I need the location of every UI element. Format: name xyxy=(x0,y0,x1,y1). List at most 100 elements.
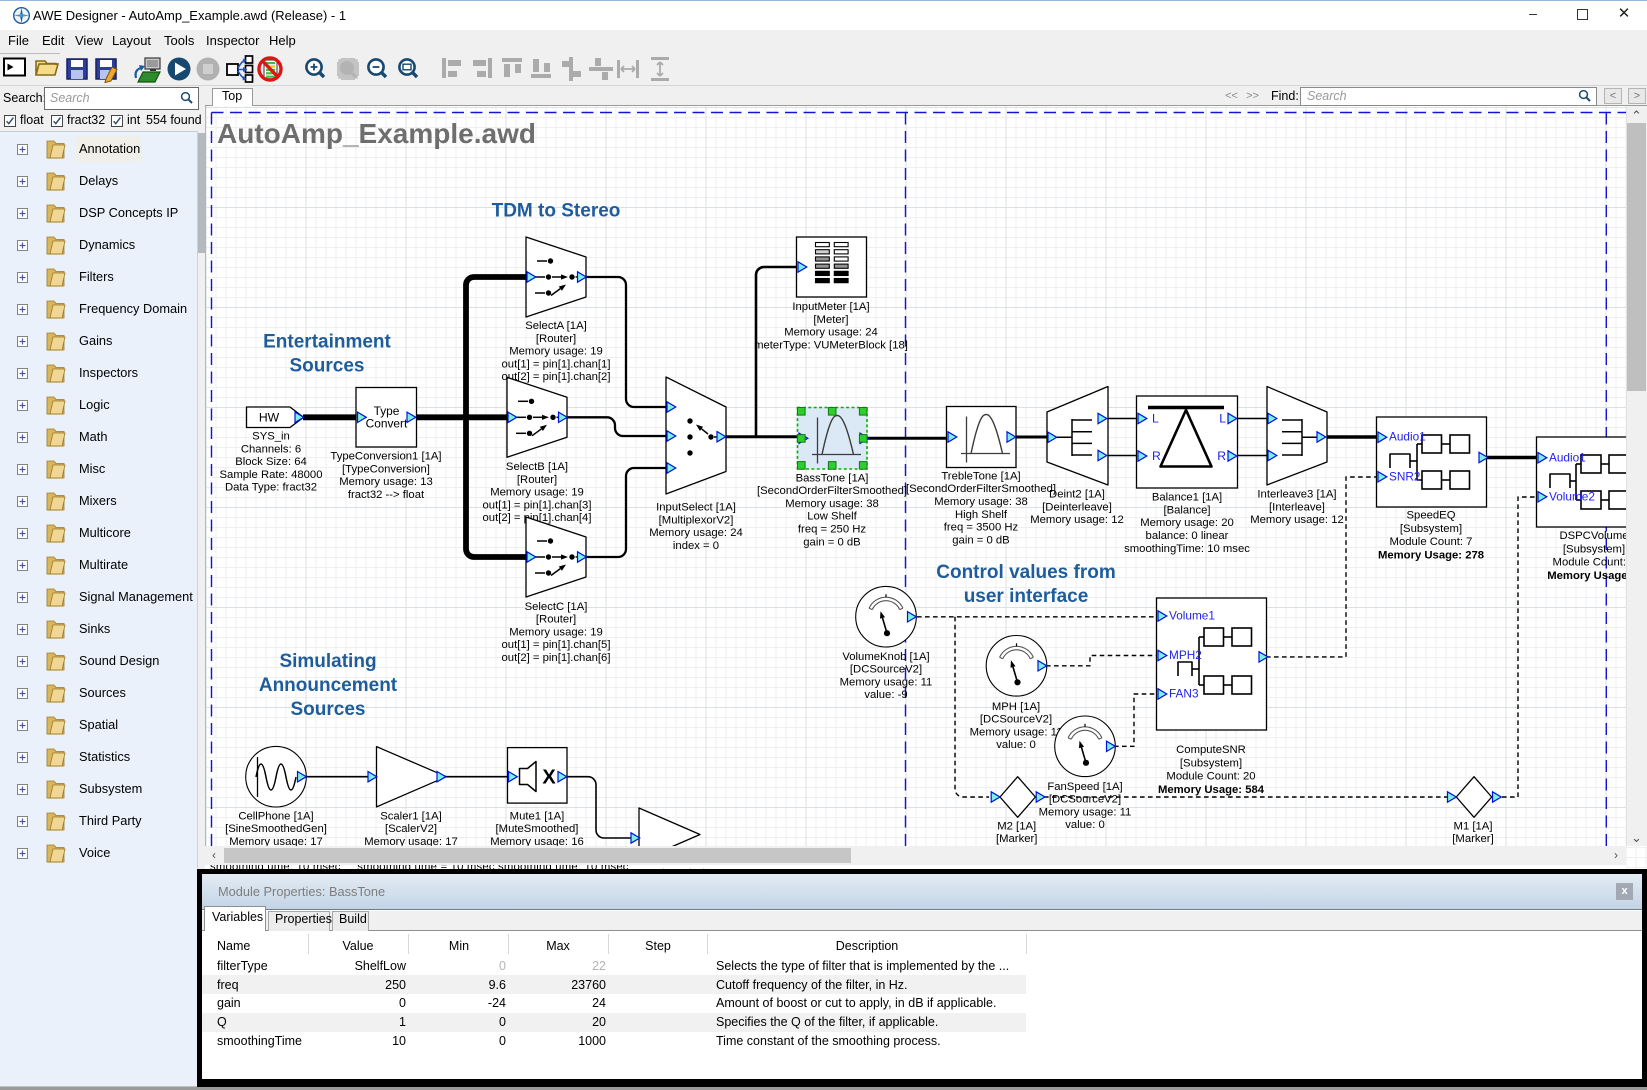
svg-text:[Marker]: [Marker] xyxy=(996,833,1037,845)
svg-text:Audio1: Audio1 xyxy=(1549,450,1586,464)
svg-text:[Deinterleave]: [Deinterleave] xyxy=(1042,501,1112,513)
svg-text:Memory usage: 24: Memory usage: 24 xyxy=(784,327,878,339)
svg-text:Memory usage: 11: Memory usage: 11 xyxy=(970,726,1063,738)
svg-text:SelectB [1A]: SelectB [1A] xyxy=(506,461,568,473)
svg-text:MPH [1A]: MPH [1A] xyxy=(992,701,1040,713)
svg-text:M2 [1A]: M2 [1A] xyxy=(997,820,1036,832)
svg-text:Interleave3 [1A]: Interleave3 [1A] xyxy=(1257,489,1336,501)
svg-text:Sources: Sources xyxy=(290,356,365,377)
svg-text:index = 0: index = 0 xyxy=(673,540,719,552)
svg-text:Memory usage: 12: Memory usage: 12 xyxy=(1030,514,1124,526)
svg-text:Module Count: 20: Module Count: 20 xyxy=(1166,771,1255,783)
svg-text:DSPCVolume: DSPCVolume xyxy=(1559,530,1628,542)
svg-text:[Subsystem]: [Subsystem] xyxy=(1563,543,1625,555)
svg-text:Simulating: Simulating xyxy=(279,651,376,672)
svg-text:Sources: Sources xyxy=(291,699,366,720)
svg-text:R: R xyxy=(1217,449,1226,463)
svg-text:Memory usage: 20: Memory usage: 20 xyxy=(1140,517,1234,529)
svg-text:[Router]: [Router] xyxy=(536,333,576,345)
svg-text:Block Size: 64: Block Size: 64 xyxy=(235,456,307,468)
svg-text:Memory usage: 11: Memory usage: 11 xyxy=(840,676,933,688)
svg-text:[Balance]: [Balance] xyxy=(1163,504,1210,516)
svg-text:[Interleave]: [Interleave] xyxy=(1269,501,1325,513)
svg-text:[DCSourceV2]: [DCSourceV2] xyxy=(850,664,922,676)
svg-text:Data Type: fract32: Data Type: fract32 xyxy=(225,482,317,494)
svg-text:Memory usage: 19: Memory usage: 19 xyxy=(509,626,603,638)
svg-text:CellPhone [1A]: CellPhone [1A] xyxy=(238,810,313,822)
svg-text:Deint2 [1A]: Deint2 [1A] xyxy=(1049,489,1105,501)
svg-text:balance: 0 linear: balance: 0 linear xyxy=(1146,530,1229,542)
svg-text:value: -9: value: -9 xyxy=(864,689,907,701)
svg-text:meterType: VUMeterBlock [18]: meterType: VUMeterBlock [18] xyxy=(754,339,908,351)
svg-text:L: L xyxy=(1152,411,1159,425)
svg-text:value: 0: value: 0 xyxy=(1065,819,1105,831)
svg-text:InputMeter [1A]: InputMeter [1A] xyxy=(792,301,869,313)
svg-text:[SecondOrderFilterSmoothed]: [SecondOrderFilterSmoothed] xyxy=(906,483,1056,495)
svg-text:SelectA [1A]: SelectA [1A] xyxy=(525,320,587,332)
svg-text:HW: HW xyxy=(259,410,280,424)
svg-text:SNR2: SNR2 xyxy=(1389,470,1420,484)
svg-text:out[1] = pin[1].chan[1]: out[1] = pin[1].chan[1] xyxy=(502,358,611,370)
svg-text:[MultiplexorV2]: [MultiplexorV2] xyxy=(659,514,734,526)
svg-text:value: 0: value: 0 xyxy=(996,739,1036,751)
svg-text:[SineSmoothedGen]: [SineSmoothedGen] xyxy=(225,823,327,835)
svg-text:fract32 --> float: fract32 --> float xyxy=(348,489,425,501)
svg-text:R: R xyxy=(1152,449,1161,463)
svg-text:SpeedEQ: SpeedEQ xyxy=(1407,510,1456,522)
svg-text:TypeConversion1 [1A]: TypeConversion1 [1A] xyxy=(330,451,441,463)
svg-text:Audio1: Audio1 xyxy=(1389,430,1426,444)
svg-text:Memory usage: 19: Memory usage: 19 xyxy=(509,346,603,358)
svg-text:Convert: Convert xyxy=(366,417,408,431)
svg-text:Mute1 [1A]: Mute1 [1A] xyxy=(510,810,565,822)
svg-text:Balance1 [1A]: Balance1 [1A] xyxy=(1152,492,1222,504)
svg-text:Memory Usage: 278: Memory Usage: 278 xyxy=(1378,549,1484,561)
svg-text:M1 [1A]: M1 [1A] xyxy=(1454,820,1493,832)
svg-text:Memory usage: 24: Memory usage: 24 xyxy=(649,527,743,539)
svg-text:[TypeConversion]: [TypeConversion] xyxy=(342,463,430,475)
svg-text:freq = 3500 Hz: freq = 3500 Hz xyxy=(944,522,1019,534)
svg-text:[DCSourceV2]: [DCSourceV2] xyxy=(1049,794,1121,806)
svg-text:Entertainment: Entertainment xyxy=(263,332,391,353)
svg-text:[MuteSmoothed]: [MuteSmoothed] xyxy=(496,823,579,835)
svg-text:Announcement: Announcement xyxy=(259,675,398,696)
svg-text:SelectC [1A]: SelectC [1A] xyxy=(525,601,588,613)
svg-text:Scaler1 [1A]: Scaler1 [1A] xyxy=(380,810,442,822)
svg-text:[Meter]: [Meter] xyxy=(813,314,848,326)
svg-text:TDM to Stereo: TDM to Stereo xyxy=(492,201,621,222)
svg-text:user interface: user interface xyxy=(964,586,1089,607)
svg-text:High Shelf: High Shelf xyxy=(955,509,1008,521)
svg-text:Memory usage: 12: Memory usage: 12 xyxy=(1250,514,1344,526)
svg-text:TrebleTone [1A]: TrebleTone [1A] xyxy=(941,470,1020,482)
svg-text:MPH2: MPH2 xyxy=(1169,648,1202,662)
svg-text:SYS_in: SYS_in xyxy=(252,431,290,443)
svg-text:AutoAmp_Example.awd: AutoAmp_Example.awd xyxy=(217,118,536,149)
svg-text:FanSpeed [1A]: FanSpeed [1A] xyxy=(1047,781,1122,793)
svg-text:gain = 0 dB: gain = 0 dB xyxy=(803,536,860,548)
svg-text:Memory usage: 38: Memory usage: 38 xyxy=(934,496,1028,508)
svg-text:[ScalerV2]: [ScalerV2] xyxy=(385,823,437,835)
svg-text:X: X xyxy=(542,767,556,789)
svg-text:Channels: 6: Channels: 6 xyxy=(241,443,301,455)
svg-text:out[1] = pin[1].chan[5]: out[1] = pin[1].chan[5] xyxy=(502,639,611,651)
svg-text:BassTone [1A]: BassTone [1A] xyxy=(796,472,869,484)
svg-text:VolumeKnob [1A]: VolumeKnob [1A] xyxy=(842,651,929,663)
svg-text:out[2] = pin[1].chan[6]: out[2] = pin[1].chan[6] xyxy=(502,652,611,664)
svg-text:Sample Rate: 48000: Sample Rate: 48000 xyxy=(220,469,323,481)
svg-text:[Router]: [Router] xyxy=(517,474,557,486)
svg-text:Memory usage: 11: Memory usage: 11 xyxy=(1039,806,1132,818)
svg-text:out[1] = pin[1].chan[3]: out[1] = pin[1].chan[3] xyxy=(483,499,592,511)
svg-text:[Marker]: [Marker] xyxy=(1452,833,1493,845)
svg-text:Volume1: Volume1 xyxy=(1169,609,1215,623)
svg-text:Memory Usage: 584: Memory Usage: 584 xyxy=(1158,784,1265,796)
svg-text:[Subsystem]: [Subsystem] xyxy=(1400,523,1462,535)
svg-text:[SecondOrderFilterSmoothed]: [SecondOrderFilterSmoothed] xyxy=(757,485,907,497)
svg-text:L: L xyxy=(1219,411,1226,425)
svg-text:freq = 250 Hz: freq = 250 Hz xyxy=(798,524,866,536)
svg-text:ComputeSNR: ComputeSNR xyxy=(1176,744,1246,756)
svg-text:[Subsystem]: [Subsystem] xyxy=(1180,757,1242,769)
svg-text:Memory usage: 19: Memory usage: 19 xyxy=(490,487,584,499)
svg-text:[DCSourceV2]: [DCSourceV2] xyxy=(980,714,1052,726)
svg-text:Module Count: 5: Module Count: 5 xyxy=(1553,557,1636,569)
svg-text:FAN3: FAN3 xyxy=(1169,687,1199,701)
svg-text:Memory usage: 38: Memory usage: 38 xyxy=(785,498,879,510)
